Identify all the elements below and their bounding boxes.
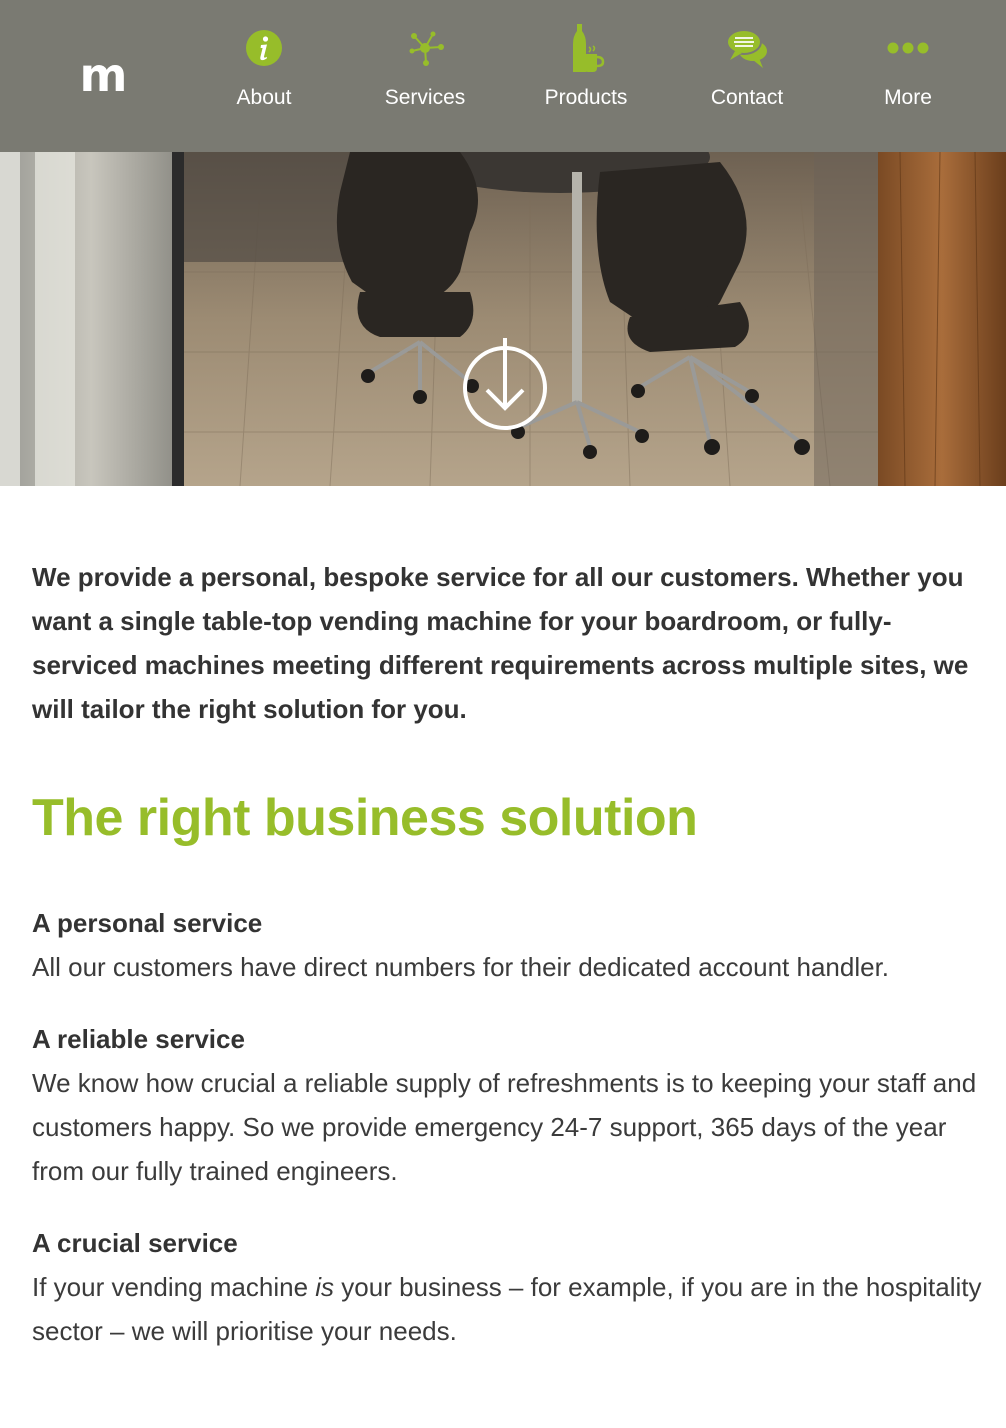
nav-label-about: About	[236, 86, 292, 109]
nav-item-more[interactable]: More	[833, 18, 983, 128]
reliable-service-section: A reliable service We know how crucial a…	[32, 1017, 982, 1193]
body-emphasis: is	[315, 1272, 335, 1302]
nav-item-products[interactable]: Products	[511, 18, 661, 128]
meeting-room-photo	[0, 152, 1006, 486]
more-dots-icon	[887, 42, 929, 54]
top-navigation-bar: m About Services Products Contact More	[0, 0, 1006, 152]
nav-label-products: Products	[544, 86, 628, 109]
speech-bubbles-icon	[726, 29, 767, 68]
nav-item-about[interactable]: About	[189, 18, 339, 128]
site-logo[interactable]: m	[78, 50, 128, 100]
crucial-service-section: A crucial service If your vending machin…	[32, 1221, 982, 1353]
personal-service-section: A personal service All our customers hav…	[32, 901, 982, 989]
info-icon	[246, 30, 282, 66]
body-text-before: If your vending machine	[32, 1272, 316, 1302]
nav-item-services[interactable]: Services	[350, 18, 500, 128]
section-heading: The right business solution	[32, 789, 698, 847]
section-title: A reliable service	[32, 1024, 245, 1054]
section-body: If your vending machine is your business…	[32, 1265, 982, 1353]
nav-label-services: Services	[384, 86, 466, 109]
hero-image	[0, 152, 1006, 486]
nav-label-contact: Contact	[710, 86, 784, 109]
main-content: We provide a personal, bespoke service f…	[32, 555, 982, 1353]
section-title: A crucial service	[32, 1228, 238, 1258]
nav-item-contact[interactable]: Contact	[672, 18, 822, 128]
bottle-cup-icon	[573, 24, 605, 72]
nav-label-more: More	[884, 86, 932, 109]
section-body: All our customers have direct numbers fo…	[32, 952, 890, 982]
section-body: We know how crucial a reliable supply of…	[32, 1068, 977, 1186]
intro-paragraph: We provide a personal, bespoke service f…	[32, 562, 969, 724]
network-icon	[409, 31, 444, 66]
section-title: A personal service	[32, 908, 263, 938]
